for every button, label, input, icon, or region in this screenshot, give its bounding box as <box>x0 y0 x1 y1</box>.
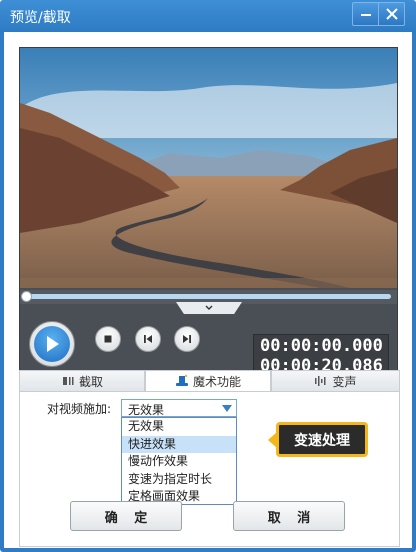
chevron-down-icon <box>222 405 232 412</box>
tab-voice-change[interactable]: 变声 <box>271 370 400 392</box>
effect-dropdown-list: 无效果 快进效果 慢动作效果 变速为指定时长 定格画面效果 <box>121 417 237 505</box>
crop-icon <box>62 377 74 385</box>
magic-hat-icon <box>175 374 188 386</box>
landscape-thumbnail <box>20 48 397 288</box>
current-time: 00:00:00.000 <box>260 336 383 356</box>
previous-frame-button[interactable] <box>135 326 161 352</box>
seek-handle[interactable] <box>21 291 32 302</box>
play-button[interactable] <box>29 321 75 367</box>
speed-tip-callout: 变速处理 <box>268 422 368 457</box>
next-frame-button[interactable] <box>174 326 200 352</box>
effect-option[interactable]: 快进效果 <box>122 435 236 454</box>
waveform-icon <box>315 376 326 386</box>
effect-option[interactable]: 无效果 <box>122 418 236 436</box>
tab-voice-change-label: 变声 <box>332 374 357 389</box>
video-preview-panel: 00:00:00.000 00:00:20.086 <box>19 47 398 397</box>
cancel-button[interactable]: 取 消 <box>233 501 345 531</box>
tab-bar: 截取 魔术功能 变声 <box>19 370 400 392</box>
effect-option[interactable]: 变速为指定时长 <box>122 471 236 489</box>
effect-select-value: 无效果 <box>128 403 165 417</box>
tab-crop[interactable]: 截取 <box>19 370 145 392</box>
tab-crop-label: 截取 <box>78 374 103 389</box>
tab-magic-label: 魔术功能 <box>192 374 241 389</box>
preview-dialog: 预览/截取 00:00:00.000 00:00:20.086 截取 魔术功能 … <box>0 0 416 552</box>
callout-text: 变速处理 <box>276 422 368 457</box>
play-icon <box>47 336 59 352</box>
apply-effect-label: 对视频施加: <box>47 402 112 416</box>
stop-icon <box>104 335 112 343</box>
effect-option[interactable]: 慢动作效果 <box>122 453 236 471</box>
close-button[interactable] <box>378 2 405 26</box>
dialog-body: 00:00:00.000 00:00:20.086 截取 魔术功能 变声 对视频… <box>4 32 412 548</box>
step-forward-icon <box>183 335 191 343</box>
video-frame <box>20 48 397 288</box>
step-back-icon <box>144 335 152 343</box>
minimize-button[interactable] <box>352 2 379 26</box>
window-title: 预览/截取 <box>10 10 71 26</box>
stop-button[interactable] <box>95 326 121 352</box>
seek-track[interactable] <box>26 294 391 299</box>
effect-select[interactable]: 无效果 <box>121 399 237 417</box>
minimize-icon <box>360 14 371 16</box>
title-bar: 预览/截取 <box>0 0 416 32</box>
close-icon <box>385 8 398 20</box>
tab-magic[interactable]: 魔术功能 <box>145 370 271 392</box>
ok-button[interactable]: 确 定 <box>70 501 182 531</box>
seek-bar[interactable] <box>20 290 397 304</box>
